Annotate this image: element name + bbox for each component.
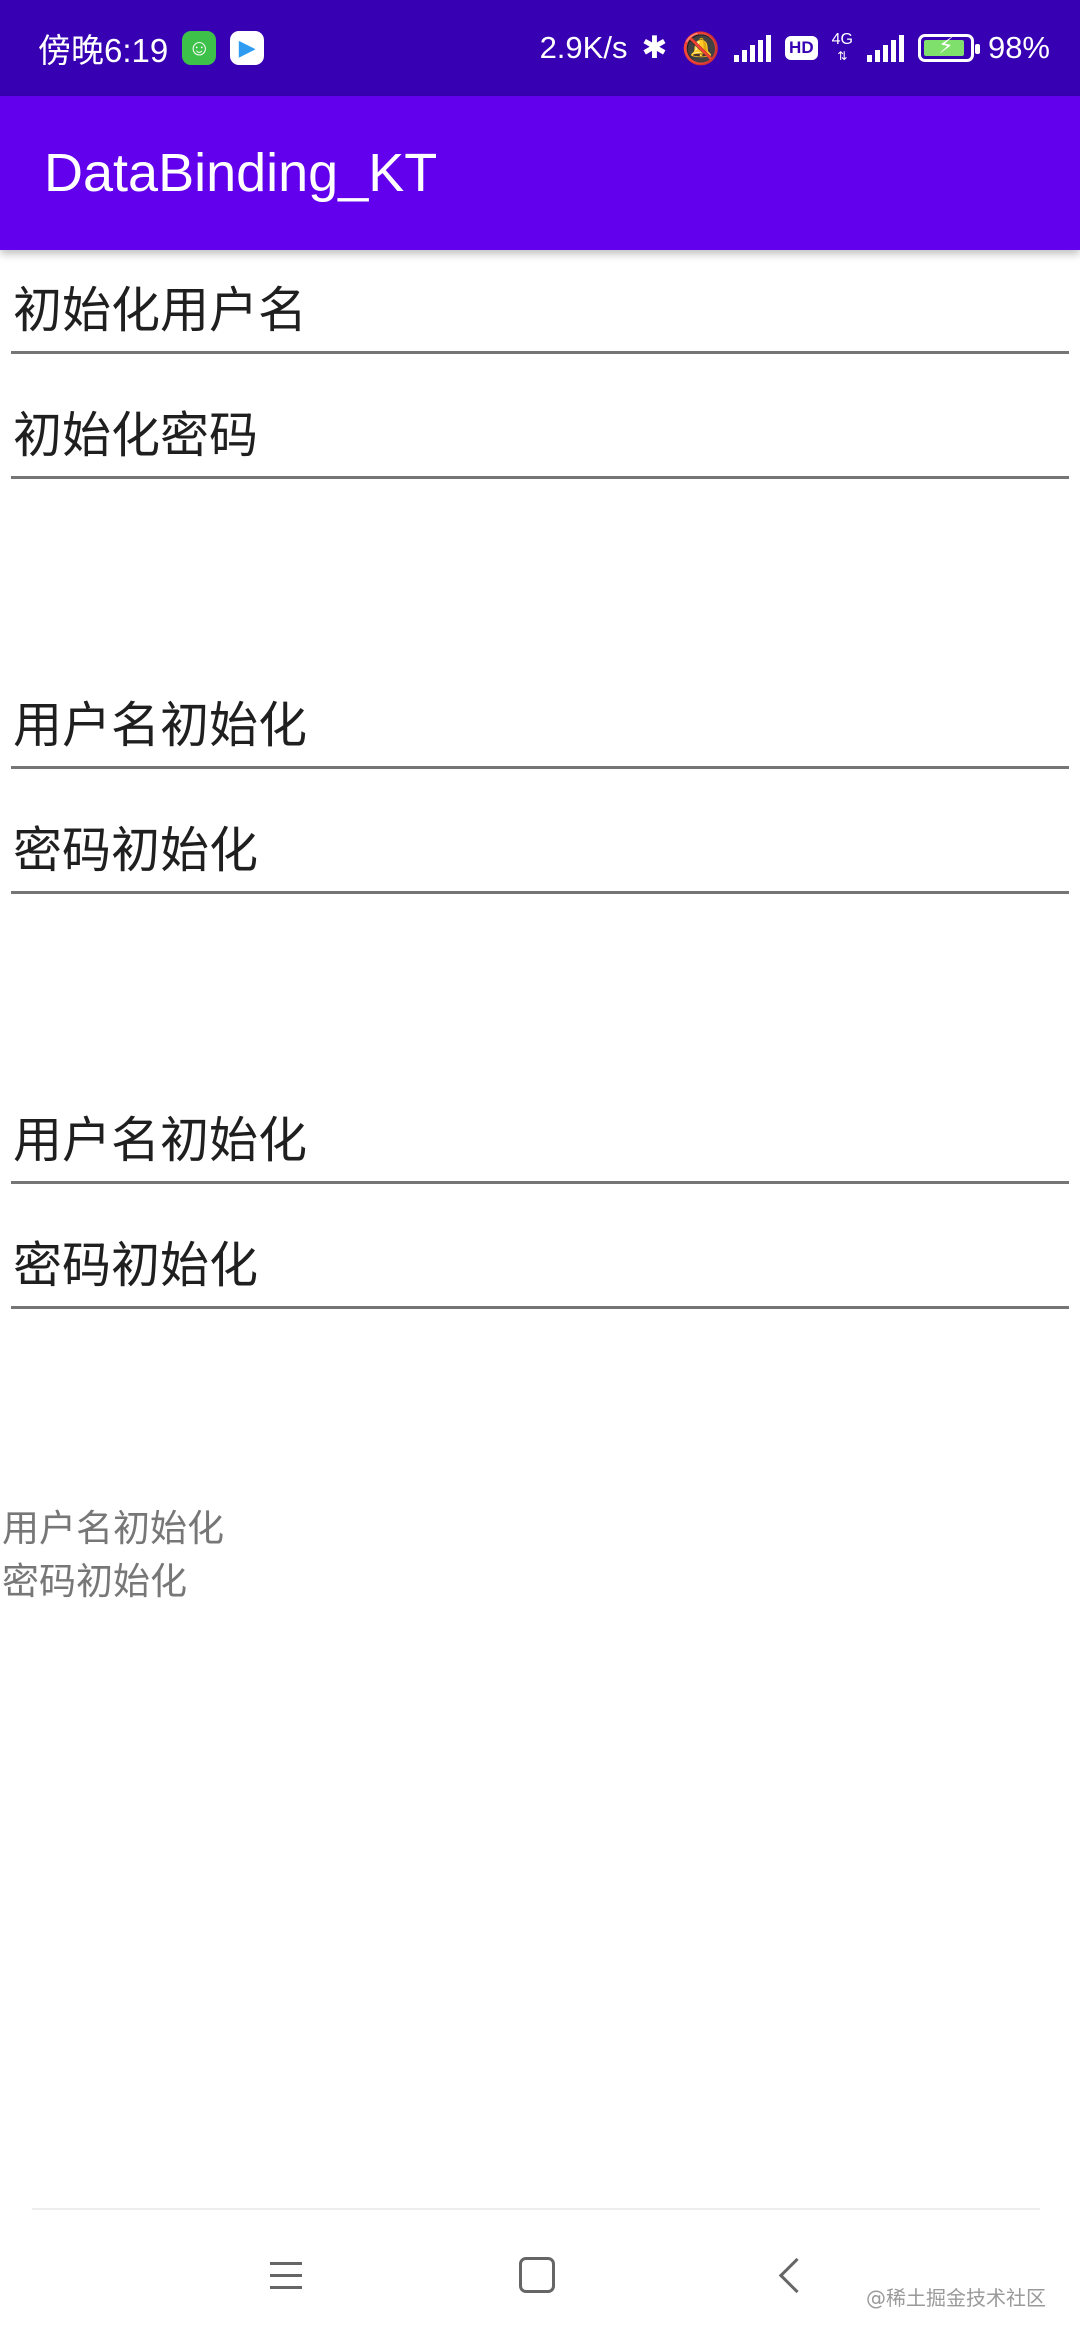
battery-percent: 98% xyxy=(987,30,1050,65)
password-field-1[interactable]: 初始化密码 xyxy=(11,393,1069,479)
status-bar: 傍晚6:19 ☺ ▶ 2.9K/s ✱ 🔕 HD 4G ⇅ ⚡ 98% xyxy=(0,0,1080,96)
password-text: 密码初始化 xyxy=(2,1560,187,1603)
video-app-icon: ▶ xyxy=(230,31,265,65)
menu-icon xyxy=(270,2261,302,2289)
status-left: 傍晚6:19 ☺ ▶ xyxy=(38,0,265,96)
app-bar: DataBinding_KT xyxy=(0,96,1080,250)
signal-icon xyxy=(734,34,772,62)
password-field-2[interactable]: 密码初始化 xyxy=(11,808,1069,894)
username-field-2[interactable]: 用户名初始化 xyxy=(11,683,1069,769)
watermark: @稀土掘金技术社区 xyxy=(866,2286,1046,2310)
home-icon xyxy=(519,2257,555,2293)
wechat-app-icon: ☺ xyxy=(182,31,217,65)
4g-signal-icon: 4G ⇅ xyxy=(831,31,853,64)
username-field-3[interactable]: 用户名初始化 xyxy=(11,1098,1069,1184)
network-type-label: 4G xyxy=(831,31,853,48)
mute-bell-icon: 🔕 xyxy=(681,30,721,66)
home-button[interactable] xyxy=(492,2240,582,2310)
status-time: 傍晚6:19 xyxy=(38,32,169,69)
hd-icon: HD xyxy=(785,36,818,60)
password-field-3[interactable]: 密码初始化 xyxy=(11,1223,1069,1309)
username-text: 用户名初始化 xyxy=(2,1507,224,1550)
username-field-1[interactable]: 初始化用户名 xyxy=(11,268,1069,354)
bluetooth-icon: ✱ xyxy=(641,30,668,65)
battery-icon: ⚡ xyxy=(917,33,980,62)
signal-icon-2 xyxy=(866,34,904,62)
app-title: DataBinding_KT xyxy=(44,143,438,203)
back-button[interactable] xyxy=(745,2240,835,2310)
menu-button[interactable] xyxy=(241,2240,331,2310)
net-speed: 2.9K/s xyxy=(539,30,628,65)
back-icon xyxy=(778,2257,814,2293)
nav-divider xyxy=(32,2208,1040,2210)
status-right: 2.9K/s ✱ 🔕 HD 4G ⇅ ⚡ 98% xyxy=(540,0,1050,96)
